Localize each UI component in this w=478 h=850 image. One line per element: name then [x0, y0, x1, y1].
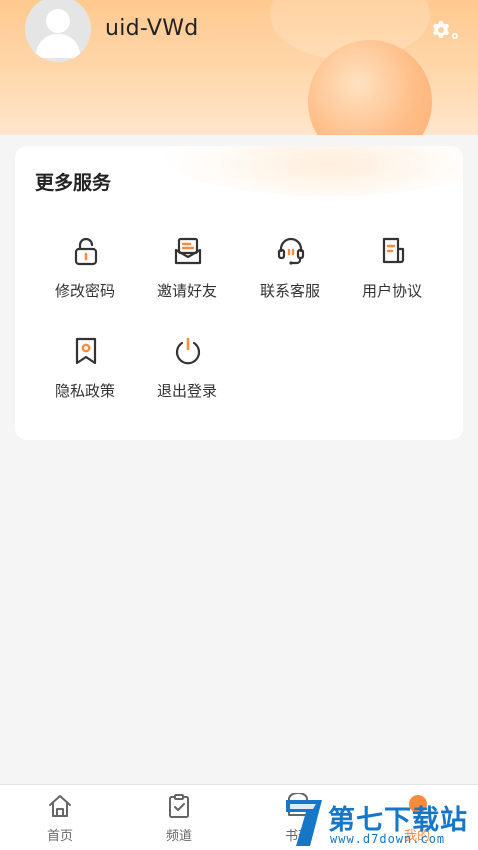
service-label: 退出登录 [156, 382, 217, 400]
nav-label: 频道 [165, 829, 192, 844]
contact-support-button[interactable]: 联系客服 [240, 236, 340, 316]
change-password-button[interactable]: 修改密码 [35, 236, 135, 316]
privacy-bookmark-icon [75, 337, 97, 365]
gear-icon [432, 21, 458, 40]
settings-button[interactable] [430, 18, 460, 44]
power-icon [175, 337, 201, 365]
headset-icon [277, 237, 305, 265]
invite-mail-icon [174, 237, 202, 265]
service-label: 联系客服 [259, 282, 320, 300]
watermark-url: www.d7down.com [330, 832, 446, 846]
nav-item-home[interactable]: 首页 [20, 793, 100, 844]
nav-item-channel[interactable]: 频道 [139, 793, 219, 844]
watermark-logo-icon [286, 800, 322, 846]
invite-friends-button[interactable]: 邀请好友 [137, 236, 237, 316]
user-agreement-button[interactable]: 用户协议 [342, 236, 442, 316]
more-services-card: 更多服务 修改密码 邀请好友 联系客服 用户协议 隐私政策 退出登录 [15, 146, 463, 440]
service-label: 修改密码 [54, 282, 115, 300]
card-decoration [165, 146, 463, 196]
profile-header: uid-VWd [0, 0, 478, 135]
service-label: 隐私政策 [54, 382, 115, 400]
privacy-policy-button[interactable]: 隐私政策 [35, 336, 135, 416]
lock-icon [74, 237, 98, 266]
nav-label: 首页 [46, 829, 73, 844]
service-label: 用户协议 [361, 282, 422, 300]
service-label: 邀请好友 [156, 282, 217, 300]
document-icon [382, 237, 405, 264]
clipboard-check-icon [169, 794, 189, 818]
username[interactable]: uid-VWd [105, 16, 199, 41]
section-title: 更多服务 [35, 172, 112, 194]
logout-button[interactable]: 退出登录 [137, 336, 237, 416]
watermark: 第七下载站 www.d7down.com [282, 794, 478, 850]
avatar[interactable] [25, 0, 91, 62]
home-icon [49, 795, 71, 817]
default-avatar-icon [35, 9, 81, 58]
